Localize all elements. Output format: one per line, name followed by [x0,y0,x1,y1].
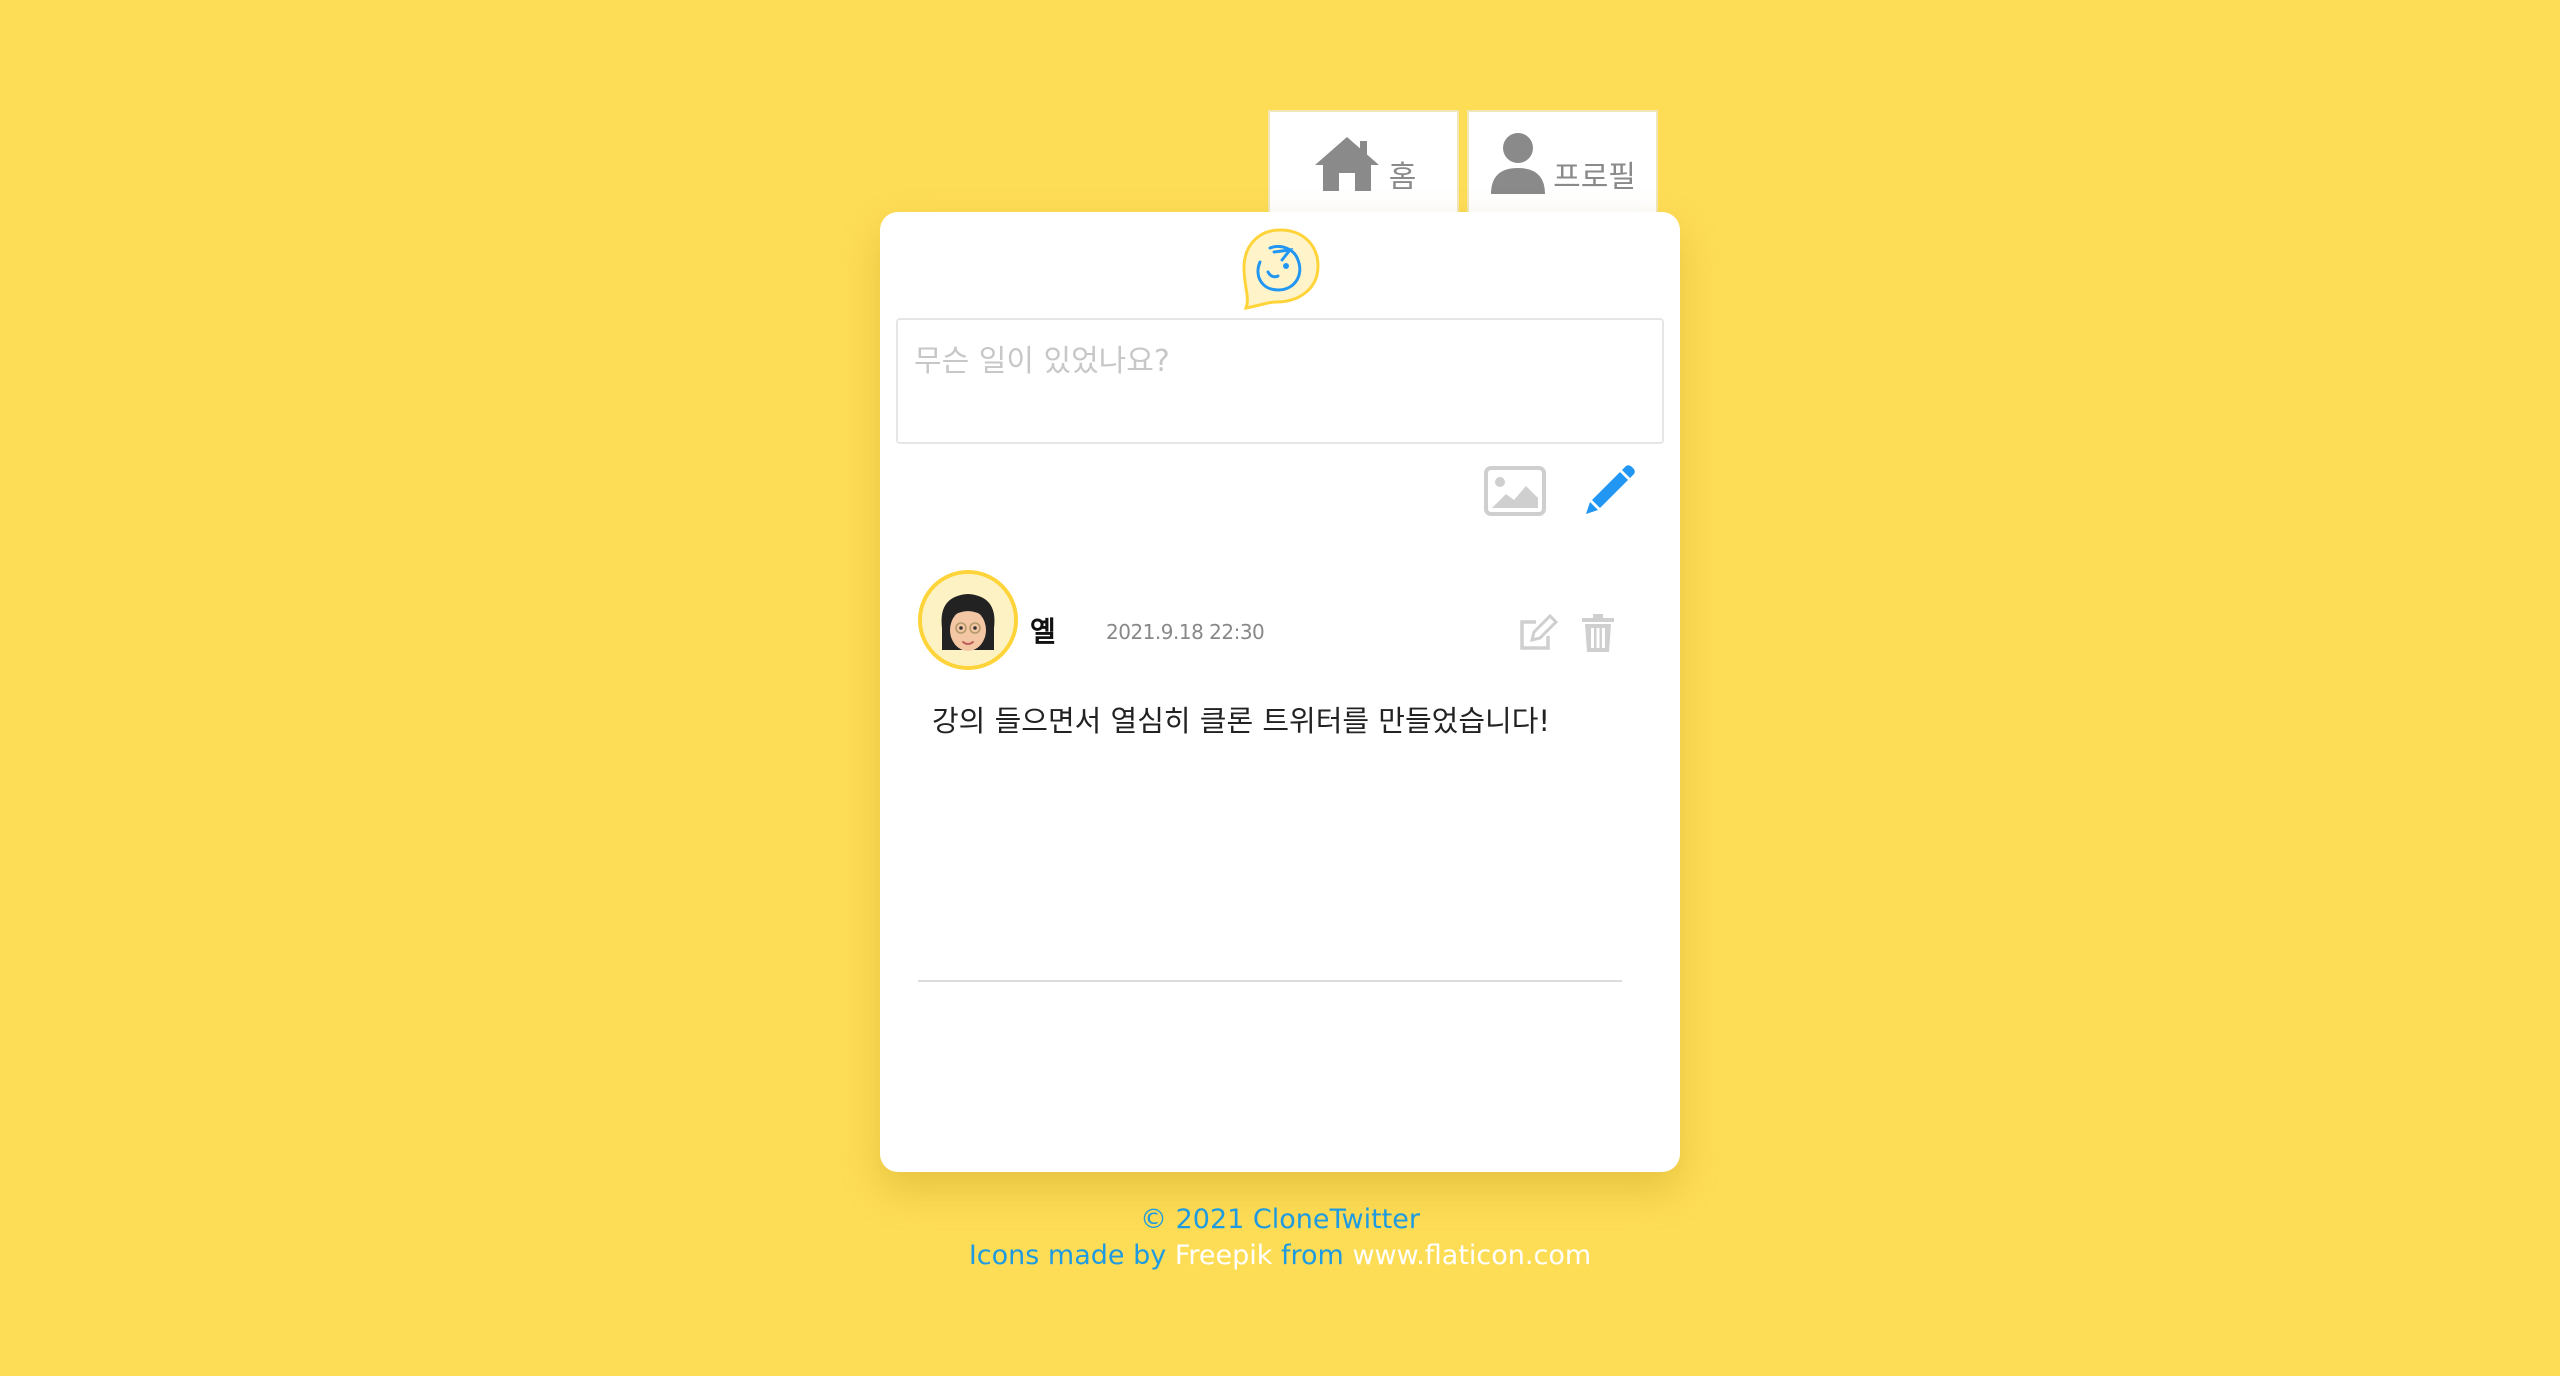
nav-tab-profile-label: 프로필 [1553,160,1636,195]
tweet-timestamp: 2021.9.18 22:30 [1106,620,1265,644]
footer: © 2021 CloneTwitter Icons made by Freepi… [880,1202,1680,1274]
footer-credit: Icons made by Freepik from www.flaticon.… [880,1238,1680,1274]
divider [918,980,1622,982]
logo-icon [1242,228,1320,310]
user-icon [1491,133,1546,194]
nav-tab-home[interactable]: 홈 [1268,110,1459,214]
page: 홈 프로필 무슨 일이 있었나요? 옐 2021.9.18 22:30 강의 들… [0,0,2560,1376]
edit-icon[interactable] [1518,614,1558,652]
credit-prefix: Icons made by [968,1240,1167,1271]
nav-tab-home-label: 홈 [1388,160,1417,195]
credit-site-link[interactable]: www.flaticon.com [1352,1240,1591,1271]
avatar [918,570,1018,670]
home-icon [1314,137,1379,191]
trash-icon[interactable] [1582,614,1614,652]
credit-from: from [1281,1240,1344,1271]
nav-tab-profile[interactable]: 프로필 [1467,110,1658,214]
credit-author-link[interactable]: Freepik [1175,1240,1273,1271]
top-nav: 홈 프로필 [1268,110,1658,214]
footer-copyright: © 2021 CloneTwitter [1140,1204,1420,1235]
image-icon[interactable] [1484,466,1546,516]
pencil-icon[interactable] [1584,464,1636,516]
tweet-text: 강의 들으면서 열심히 클론 트위터를 만들었습니다! [932,704,1550,738]
avatar-image [922,574,1014,666]
tweet-author: 옐 [1030,615,1056,648]
tweet-input[interactable] [896,318,1664,444]
timeline-card: 옐 2021.9.18 22:30 강의 들으면서 열심히 클론 트위터를 만들… [880,212,1680,1172]
